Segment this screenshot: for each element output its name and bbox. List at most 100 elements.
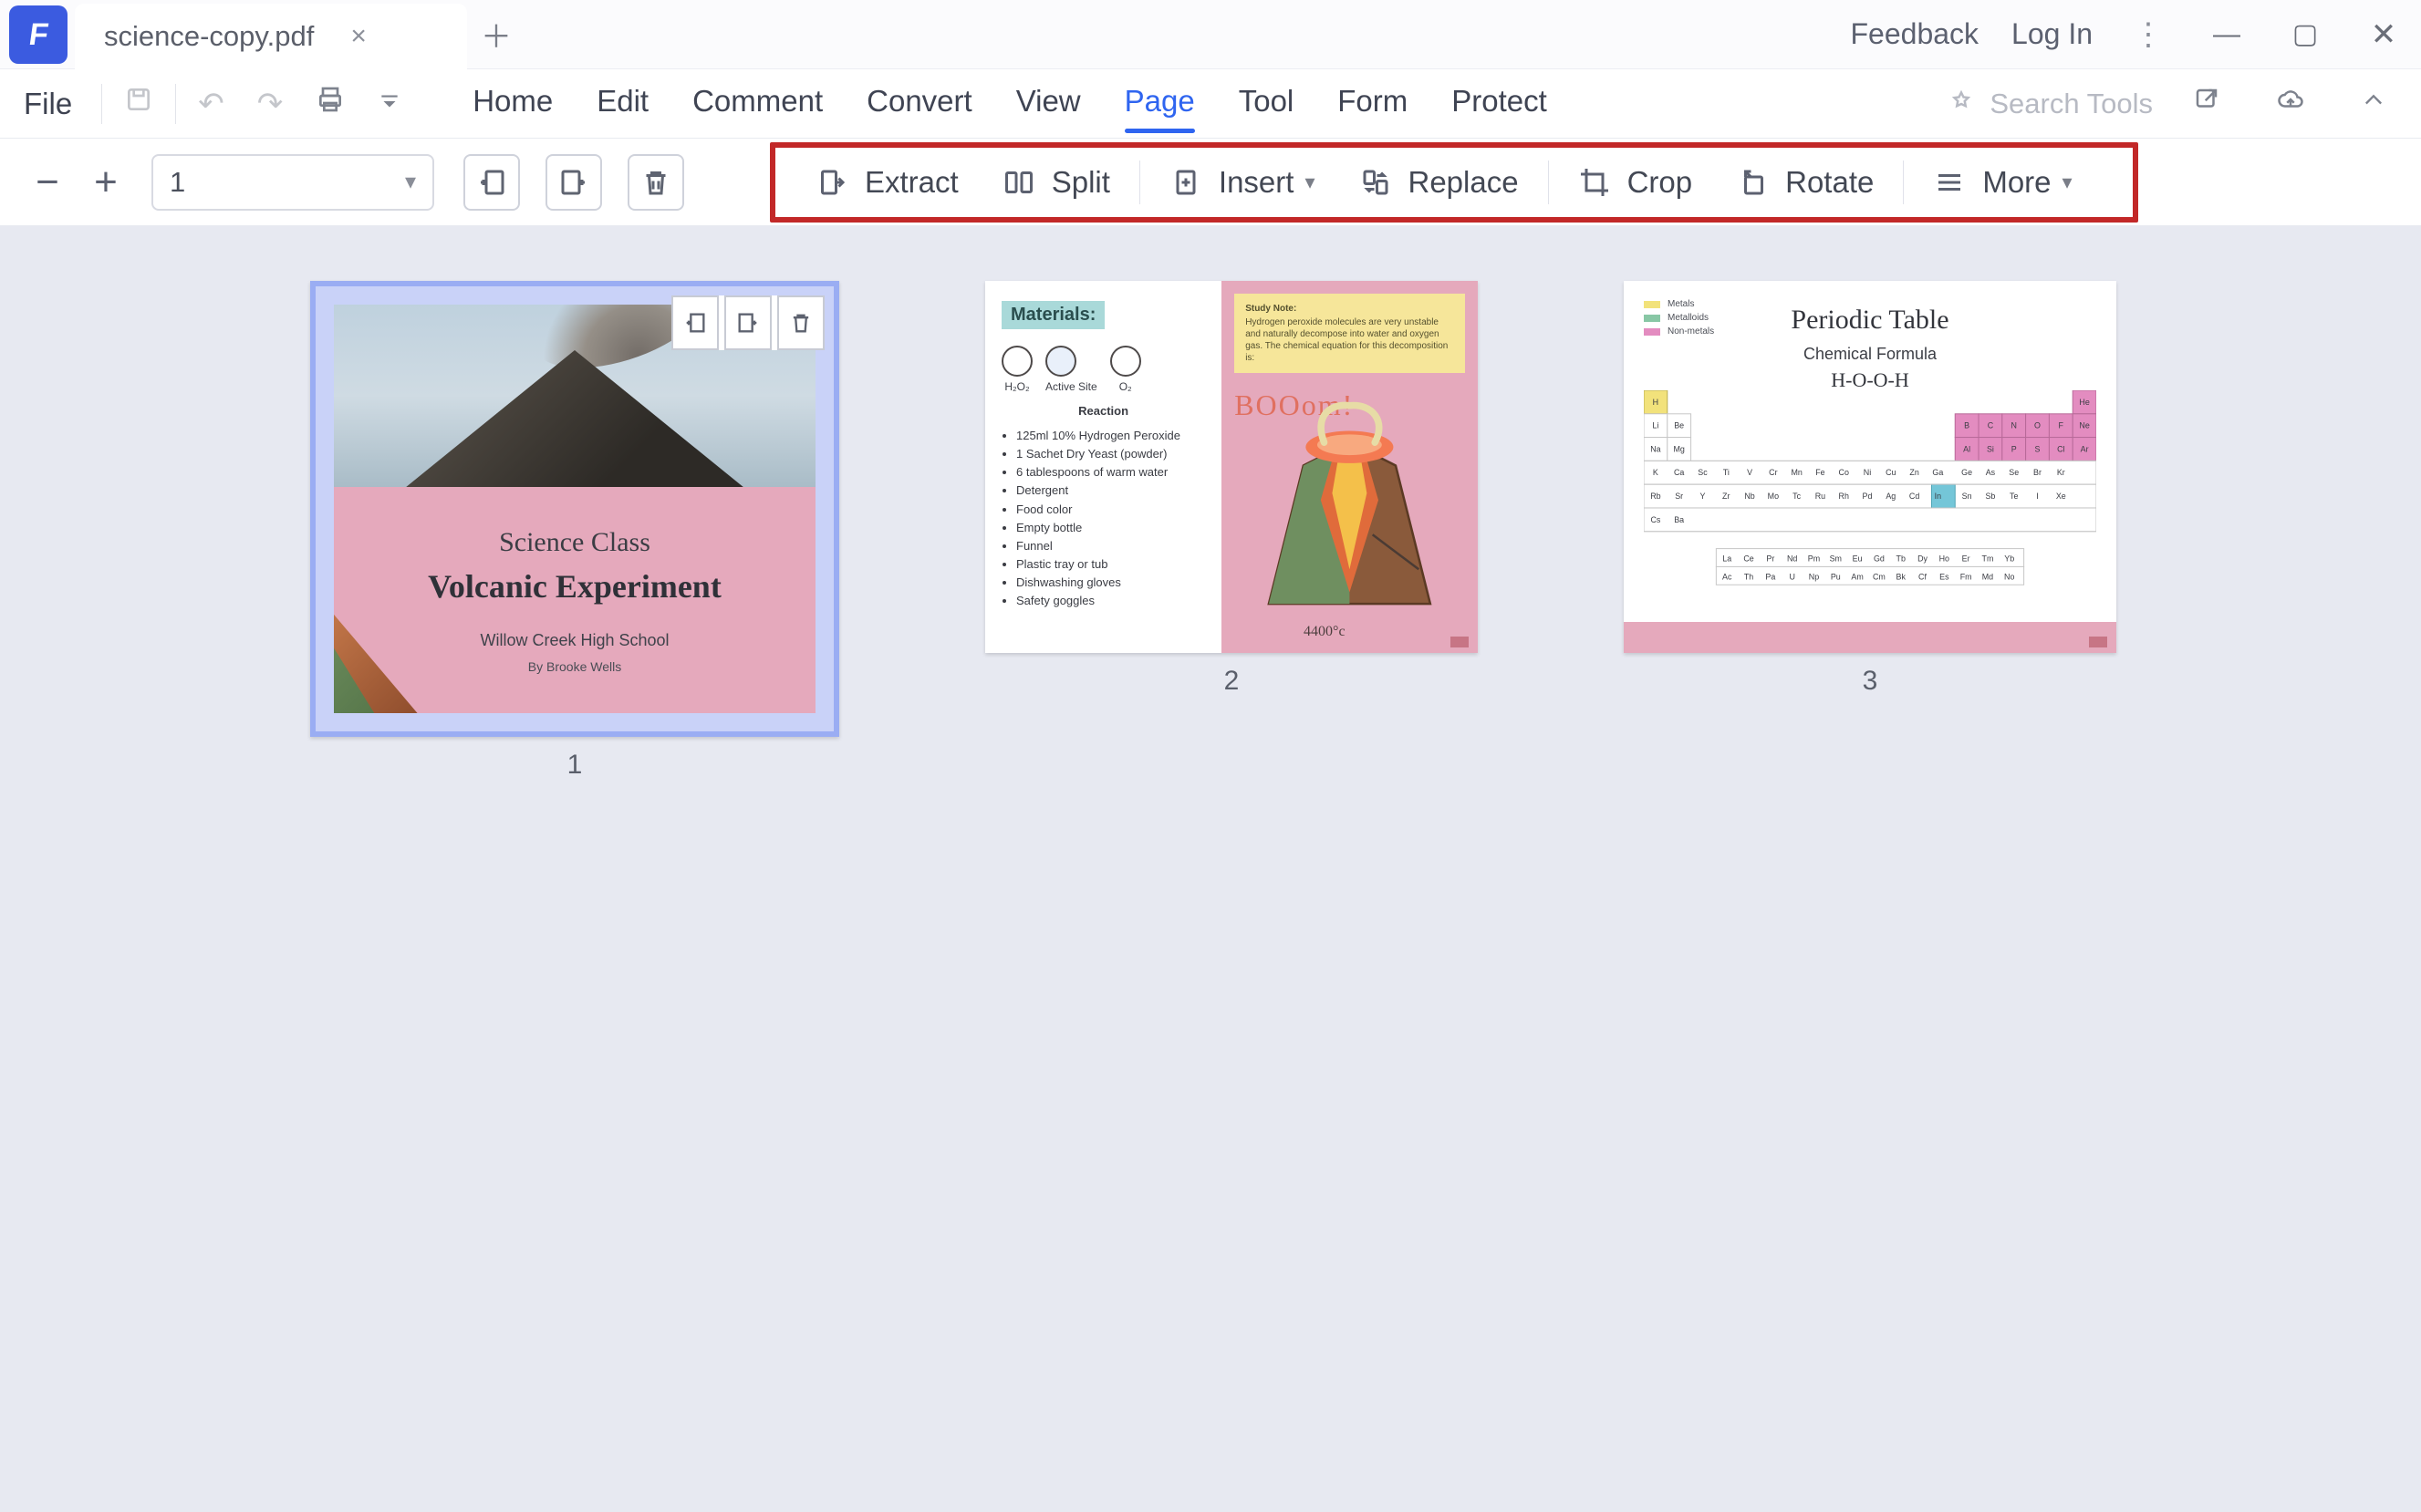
feedback-link[interactable]: Feedback (1851, 17, 1979, 51)
svg-text:Cf: Cf (1918, 572, 1927, 581)
menu-protect[interactable]: Protect (1451, 84, 1547, 124)
page-number-select[interactable]: 1 ▾ (151, 154, 434, 211)
svg-text:Ar: Ar (2081, 444, 2089, 453)
cloud-upload-icon[interactable] (2260, 86, 2321, 121)
svg-text:Sn: Sn (1962, 492, 1972, 501)
rotate-button[interactable]: Rotate (1714, 165, 1896, 200)
svg-text:Na: Na (1650, 444, 1660, 453)
page-thumbnail[interactable]: Science Class Volcanic Experiment Willow… (310, 281, 839, 781)
delete-page-button[interactable] (628, 154, 684, 211)
svg-text:Ba: Ba (1674, 515, 1684, 524)
replace-button[interactable]: Replace (1337, 165, 1541, 200)
menu-home[interactable]: Home (473, 84, 553, 124)
svg-text:No: No (2004, 572, 2014, 581)
svg-text:In: In (1935, 492, 1941, 501)
menu-view[interactable]: View (1016, 84, 1081, 124)
new-tab-button[interactable]: ＋ (467, 0, 525, 68)
search-tools[interactable]: Search Tools (1948, 88, 2153, 120)
document-tab[interactable]: science-copy.pdf × (75, 4, 467, 69)
zoom-out-button[interactable]: − (18, 160, 77, 205)
window-close-icon[interactable]: ✕ (2361, 16, 2406, 53)
redo-icon: ↷ (241, 86, 300, 122)
page-thumbnail[interactable]: Materials: H₂O₂ Active Site O₂ Reaction … (985, 281, 1478, 697)
menu-file[interactable]: File (0, 87, 96, 121)
svg-text:Mo: Mo (1768, 492, 1779, 501)
thumb-insert-left-button[interactable] (671, 295, 719, 350)
insert-button[interactable]: Insert ▾ (1148, 165, 1337, 200)
window-minimize-icon[interactable]: — (2204, 19, 2250, 50)
page1-line4: By Brooke Wells (528, 659, 621, 674)
search-tools-placeholder: Search Tools (1990, 88, 2153, 120)
workspace: Science Class Volcanic Experiment Willow… (0, 226, 2421, 1512)
thumb-number: 3 (1863, 666, 1878, 697)
print-icon[interactable] (299, 85, 361, 122)
materials-list: 125ml 10% Hydrogen Peroxide1 Sachet Dry … (1002, 427, 1205, 610)
svg-text:Cd: Cd (1909, 492, 1919, 501)
thumb-number: 2 (1224, 666, 1240, 697)
svg-text:Cu: Cu (1886, 468, 1896, 477)
page-thumbnail[interactable]: Metals Metalloids Non-metals Periodic Ta… (1624, 281, 2116, 697)
svg-text:Pu: Pu (1831, 572, 1841, 581)
svg-text:C: C (1988, 421, 1994, 430)
svg-text:Fm: Fm (1960, 572, 1972, 581)
quick-tools-dropdown-icon[interactable] (361, 86, 418, 121)
page1-line1: Science Class (499, 527, 650, 558)
undo-icon: ↶ (182, 86, 241, 122)
window-maximize-icon[interactable]: ▢ (2282, 18, 2328, 50)
menu-form[interactable]: Form (1337, 84, 1408, 124)
svg-text:Yb: Yb (2004, 554, 2014, 563)
svg-text:F: F (2059, 421, 2064, 430)
svg-text:Bk: Bk (1896, 572, 1907, 581)
menu-convert[interactable]: Convert (867, 84, 972, 124)
svg-text:Sc: Sc (1698, 468, 1708, 477)
svg-text:Te: Te (2010, 492, 2018, 501)
menu-comment[interactable]: Comment (692, 84, 823, 124)
svg-text:Ni: Ni (1864, 468, 1871, 477)
svg-text:O: O (2034, 421, 2041, 430)
menu-edit[interactable]: Edit (597, 84, 649, 124)
svg-text:Be: Be (1674, 421, 1684, 430)
svg-text:Np: Np (1809, 572, 1819, 581)
more-button[interactable]: More ▾ (1911, 165, 2094, 200)
svg-text:Cm: Cm (1873, 572, 1886, 581)
zoom-in-button[interactable]: + (77, 160, 135, 205)
insert-page-right-button[interactable] (546, 154, 602, 211)
svg-text:Xe: Xe (2056, 492, 2066, 501)
svg-text:Pm: Pm (1808, 554, 1820, 563)
kebab-menu-icon[interactable]: ⋮ (2125, 16, 2171, 53)
save-icon (108, 85, 170, 122)
svg-text:Mg: Mg (1673, 444, 1684, 453)
svg-text:Ga: Ga (1932, 468, 1943, 477)
open-external-icon[interactable] (2177, 86, 2237, 121)
svg-text:Nb: Nb (1744, 492, 1754, 501)
svg-text:Nd: Nd (1787, 554, 1797, 563)
menu-tool[interactable]: Tool (1239, 84, 1294, 124)
thumb-delete-button[interactable] (777, 295, 825, 350)
svg-text:Ti: Ti (1723, 468, 1730, 477)
menu-page[interactable]: Page (1125, 84, 1195, 124)
extract-button[interactable]: Extract (794, 165, 981, 200)
page1-line2: Volcanic Experiment (428, 567, 722, 606)
svg-text:N: N (2011, 421, 2016, 430)
svg-text:La: La (1722, 554, 1731, 563)
svg-text:Kr: Kr (2057, 468, 2065, 477)
svg-text:P: P (2011, 444, 2017, 453)
svg-text:Ho: Ho (1939, 554, 1949, 563)
app-logo-icon: F (9, 5, 68, 64)
svg-text:Md: Md (1982, 572, 1993, 581)
tab-close-icon[interactable]: × (350, 23, 367, 50)
insert-page-left-button[interactable] (463, 154, 520, 211)
svg-text:Tc: Tc (1792, 492, 1801, 501)
crop-button[interactable]: Crop (1556, 165, 1715, 200)
collapse-ribbon-icon[interactable] (2344, 86, 2403, 121)
svg-text:Rb: Rb (1650, 492, 1660, 501)
page-toolbar: − + 1 ▾ Extract Split Insert ▾ Replace (0, 139, 2421, 226)
thumb-insert-right-button[interactable] (724, 295, 772, 350)
login-link[interactable]: Log In (2011, 17, 2093, 51)
svg-text:Er: Er (1962, 554, 1970, 563)
svg-text:He: He (2079, 398, 2089, 407)
svg-text:Pd: Pd (1863, 492, 1873, 501)
thumb-number: 1 (567, 750, 583, 781)
svg-text:Br: Br (2033, 468, 2042, 477)
split-button[interactable]: Split (981, 165, 1132, 200)
